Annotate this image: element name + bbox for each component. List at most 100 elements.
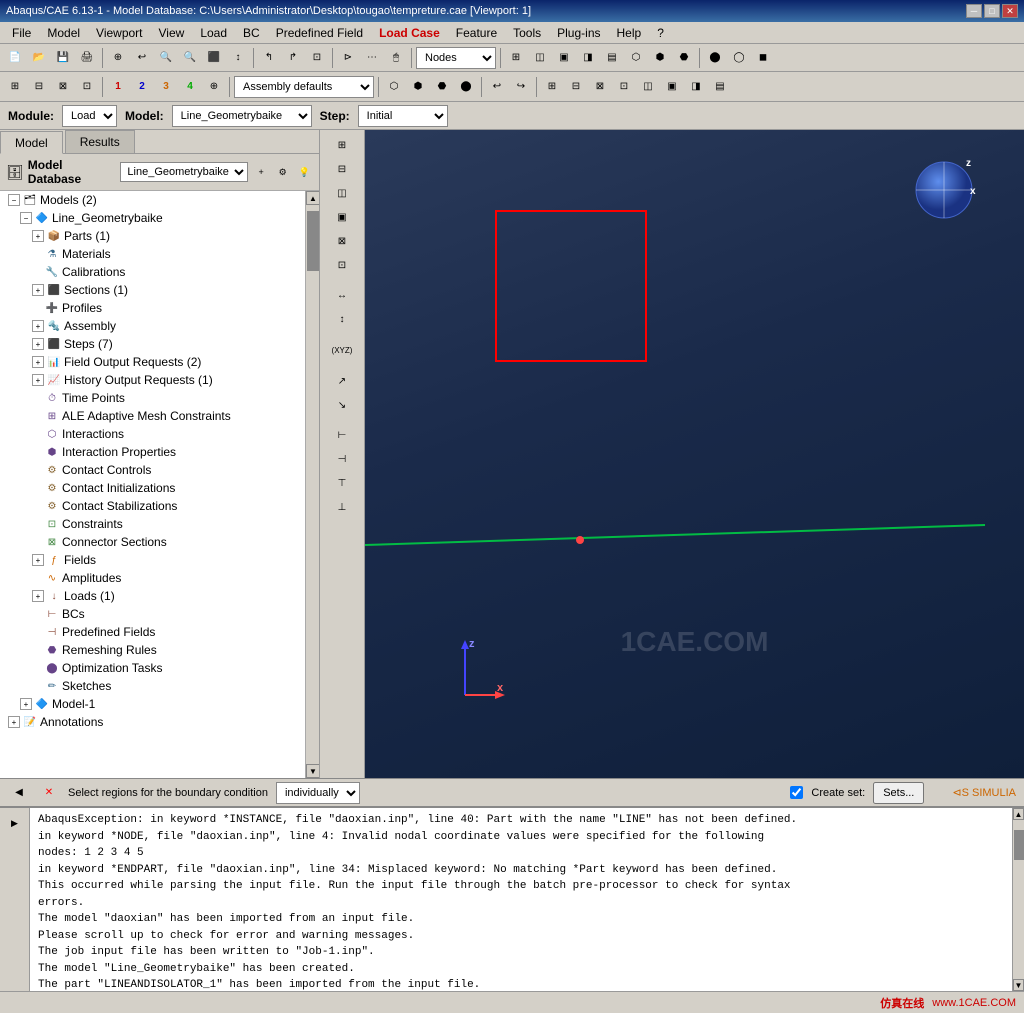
vt1[interactable]: ⊞ [324,134,360,156]
extra2[interactable]: ⊟ [565,76,587,98]
view3d3[interactable]: ⬣ [431,76,453,98]
menu-file[interactable]: File [4,24,39,42]
undo-btn[interactable]: ↩ [486,76,508,98]
extra7[interactable]: ◨ [685,76,707,98]
menu-question[interactable]: ? [649,24,672,42]
tool23[interactable]: ◼ [752,47,774,69]
redo-btn[interactable]: ↪ [510,76,532,98]
view-btn1[interactable]: ⊞ [4,76,26,98]
expand-line-geo[interactable]: − [20,212,32,224]
menu-loadcase[interactable]: Load Case [371,24,448,42]
tool3[interactable]: 🔍 [155,47,177,69]
tool16[interactable]: ◨ [577,47,599,69]
menu-model[interactable]: Model [39,24,88,42]
menu-bc[interactable]: BC [235,24,268,42]
tree-item-remeshing[interactable]: ⬣ Remeshing Rules [0,641,305,659]
menu-plugins[interactable]: Plug-ins [549,24,608,42]
vt5[interactable]: ⊠ [324,230,360,252]
message-scrollbar[interactable]: ▲ ▼ [1012,808,1024,991]
extra5[interactable]: ◫ [637,76,659,98]
view3d4[interactable]: ⬤ [455,76,477,98]
msg-btn1[interactable]: ▶ [4,812,26,834]
menu-tools[interactable]: Tools [505,24,549,42]
print-button[interactable]: 🖨 [76,47,98,69]
expand-sections[interactable]: + [32,284,44,296]
menu-feature[interactable]: Feature [448,24,505,42]
num4[interactable]: 4 [179,76,201,98]
tool6[interactable]: ↕ [227,47,249,69]
tree-item-loads[interactable]: + ↓ Loads (1) [0,587,305,605]
tree-item-history-output[interactable]: + 📈 History Output Requests (1) [0,371,305,389]
tree-item-contact-init[interactable]: ⚙ Contact Initializations [0,479,305,497]
tool18[interactable]: ⬡ [625,47,647,69]
scroll-down[interactable]: ▼ [306,764,319,778]
save-button[interactable]: 💾 [52,47,74,69]
open-button[interactable]: 📂 [28,47,50,69]
tree-item-steps[interactable]: + ⬛ Steps (7) [0,335,305,353]
expand-steps[interactable]: + [32,338,44,350]
tool15[interactable]: ▣ [553,47,575,69]
tool12[interactable]: 🖱 [385,47,407,69]
tool8[interactable]: ↱ [282,47,304,69]
tree-item-contact-stab[interactable]: ⚙ Contact Stabilizations [0,497,305,515]
num2[interactable]: 2 [131,76,153,98]
tool4[interactable]: 🔍 [179,47,201,69]
tab-results[interactable]: Results [65,130,135,153]
tool20[interactable]: ⬣ [673,47,695,69]
nav-back[interactable]: ◀ [8,782,30,804]
maximize-button[interactable]: □ [984,4,1000,18]
tool14[interactable]: ◫ [529,47,551,69]
tree-item-parts[interactable]: + 📦 Parts (1) [0,227,305,245]
msg-scroll-thumb[interactable] [1014,830,1024,860]
expand-assembly[interactable]: + [32,320,44,332]
tree-item-amplitudes[interactable]: ∿ Amplitudes [0,569,305,587]
tree-tool1[interactable]: + [252,163,270,181]
tree-item-fields[interactable]: + ƒ Fields [0,551,305,569]
tool1[interactable]: ⊕ [107,47,129,69]
tree-item-field-output[interactable]: + 📊 Field Output Requests (2) [0,353,305,371]
expand-field-output[interactable]: + [32,356,44,368]
tree-model-select[interactable]: Line_Geometrybaike [120,162,248,182]
sets-button[interactable]: Sets... [873,782,924,804]
tree-item-sketches[interactable]: ✏ Sketches [0,677,305,695]
vt15[interactable]: ⊥ [324,496,360,518]
expand-model1[interactable]: + [20,698,32,710]
num3[interactable]: 3 [155,76,177,98]
expand-parts[interactable]: + [32,230,44,242]
expand-loads[interactable]: + [32,590,44,602]
tool21[interactable]: ⬤ [704,47,726,69]
tool19[interactable]: ⬢ [649,47,671,69]
tool17[interactable]: ▤ [601,47,623,69]
tool9[interactable]: ⊡ [306,47,328,69]
tool11[interactable]: ⋯ [361,47,383,69]
vt8[interactable]: ↕ [324,308,360,330]
view3d2[interactable]: ⬢ [407,76,429,98]
tool7[interactable]: ↰ [258,47,280,69]
extra1[interactable]: ⊞ [541,76,563,98]
tool22[interactable]: ◯ [728,47,750,69]
tool13[interactable]: ⊞ [505,47,527,69]
tree-item-connector-sections[interactable]: ⊠ Connector Sections [0,533,305,551]
menu-load[interactable]: Load [192,24,235,42]
tool2[interactable]: ↩ [131,47,153,69]
vt12[interactable]: ⊢ [324,424,360,446]
new-button[interactable]: 📄 [4,47,26,69]
scroll-thumb[interactable] [307,211,319,271]
vt2[interactable]: ⊟ [324,158,360,180]
num1[interactable]: 1 [107,76,129,98]
expand-history-output[interactable]: + [32,374,44,386]
menu-predefined[interactable]: Predefined Field [268,24,371,42]
view-btn3[interactable]: ⊠ [52,76,74,98]
tree-item-model1[interactable]: + 🔷 Model-1 [0,695,305,713]
tree-item-interactions[interactable]: ⬡ Interactions [0,425,305,443]
module-select[interactable]: Load [62,105,117,127]
vt4[interactable]: ▣ [324,206,360,228]
extra4[interactable]: ⊡ [613,76,635,98]
menu-help[interactable]: Help [609,24,650,42]
extra8[interactable]: ▤ [709,76,731,98]
tree-tool2[interactable]: ⚙ [274,163,292,181]
nodes-dropdown[interactable]: Nodes [416,47,496,69]
scroll-up[interactable]: ▲ [306,191,319,205]
extra3[interactable]: ⊠ [589,76,611,98]
tree-item-profiles[interactable]: ➕ Profiles [0,299,305,317]
